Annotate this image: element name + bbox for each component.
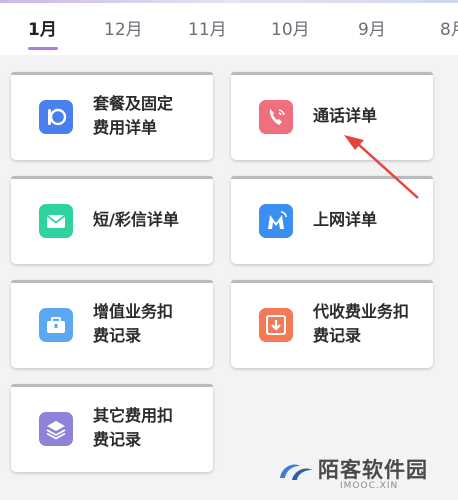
watermark-title: 陌客软件园	[318, 457, 428, 482]
annotation-arrow-icon	[344, 135, 419, 199]
watermark-logo-icon	[280, 464, 312, 480]
watermark-subtitle: IMOOC.XIN	[340, 481, 399, 491]
